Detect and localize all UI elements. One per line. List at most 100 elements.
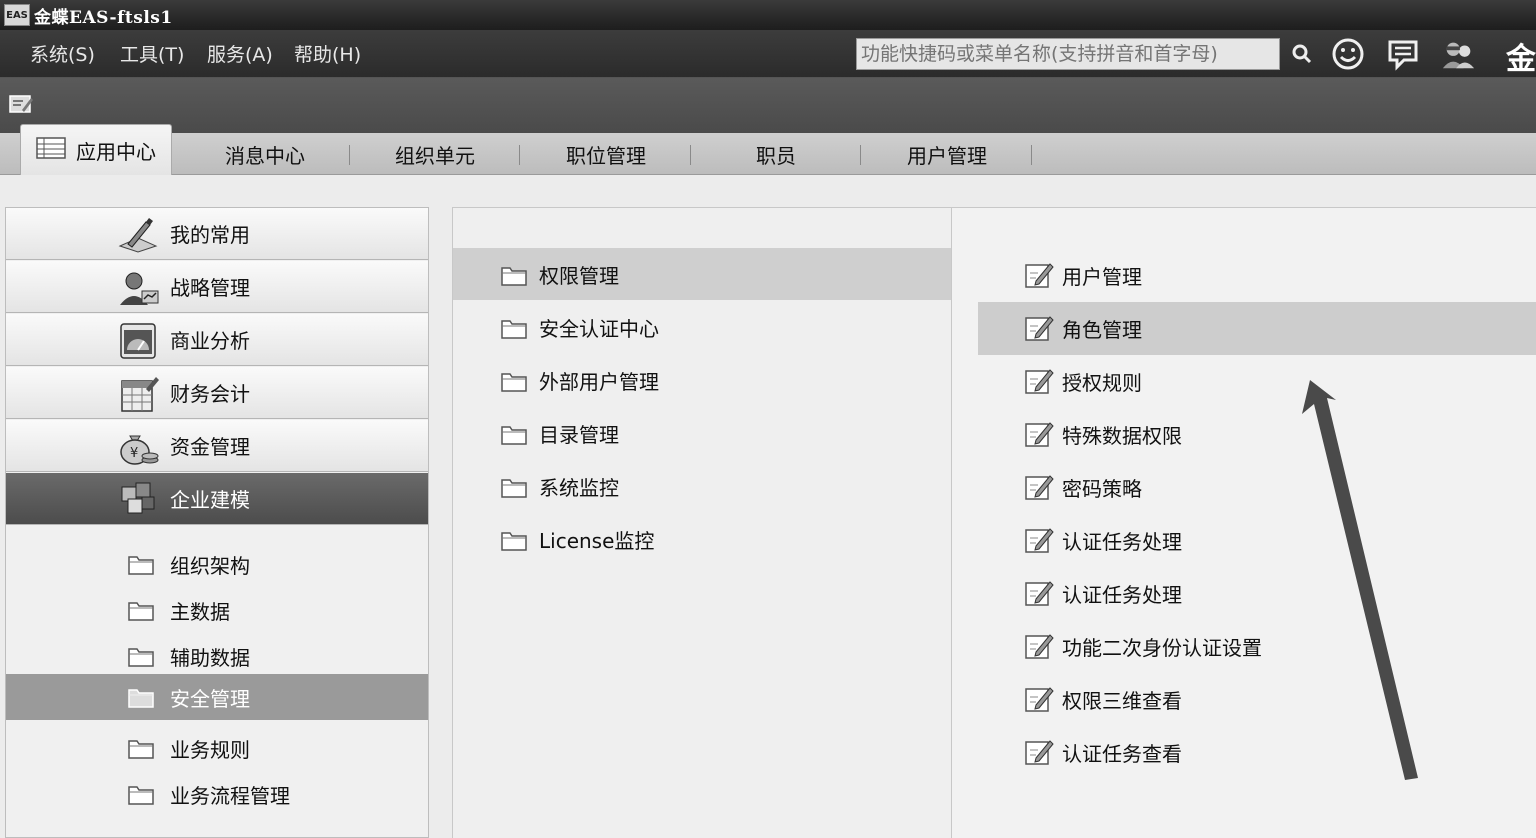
function-label: 功能二次身份认证设置 [1062, 636, 1262, 660]
category-label: 企业建模 [170, 488, 250, 512]
tab-user-mgmt[interactable]: 用户管理 [862, 133, 1032, 175]
subitem-org-structure[interactable]: 组织架构 [6, 541, 428, 587]
category-business-analysis[interactable]: 商业分析 [6, 314, 428, 366]
category-my-favorites[interactable]: 我的常用 [6, 208, 428, 260]
function-search-input[interactable] [856, 38, 1280, 70]
mid-item-label: 权限管理 [539, 263, 619, 288]
grid-icon [36, 136, 66, 164]
edit-note-icon [1024, 420, 1054, 452]
folder-icon [501, 317, 527, 343]
folder-icon [128, 783, 154, 809]
tab-label: 组织单元 [395, 143, 475, 168]
edit-note-icon [1024, 261, 1054, 293]
function-label: 权限三维查看 [1062, 689, 1182, 713]
tab-label: 职员 [756, 143, 796, 168]
menu-system[interactable]: 系统(S) [30, 40, 95, 67]
brand-glyph: 金 [1506, 42, 1536, 77]
function-role-mgmt[interactable]: 角色管理 [978, 302, 1536, 355]
category-treasury[interactable]: ¥ 资金管理 [6, 420, 428, 472]
message-icon[interactable] [1385, 36, 1421, 72]
subitem-security-mgmt[interactable]: 安全管理 [6, 674, 428, 720]
online-users-icon[interactable] [1440, 36, 1476, 72]
function-label: 角色管理 [1062, 318, 1142, 342]
folder-icon [501, 370, 527, 396]
category-label: 商业分析 [170, 329, 250, 353]
category-enterprise-modeling[interactable]: 企业建模 [6, 473, 428, 525]
person-icon [116, 269, 160, 307]
svg-text:¥: ¥ [130, 446, 138, 461]
mid-item-license-monitor[interactable]: License监控 [453, 513, 951, 565]
subitem-business-rules[interactable]: 业务规则 [6, 725, 428, 771]
edit-note-icon [1024, 685, 1054, 717]
function-label: 用户管理 [1062, 265, 1142, 289]
menu-bar: 系统(S) 工具(T) 服务(A) 帮助(H) 金 [0, 30, 1536, 78]
function-secondary-auth-settings[interactable]: 功能二次身份认证设置 [978, 620, 1536, 673]
mid-item-label: License监控 [539, 528, 655, 553]
folder-icon [128, 686, 154, 712]
edit-note-icon [1024, 526, 1054, 558]
tab-bar: 应用中心 消息中心 组织单元 职位管理 职员 用户管理 [0, 124, 1536, 175]
mid-item-label: 外部用户管理 [539, 369, 659, 394]
category-strategy[interactable]: 战略管理 [6, 261, 428, 313]
category-finance[interactable]: 财务会计 [6, 367, 428, 419]
module-navigation-panel: 我的常用 战略管理 商业分析 财务会计 ¥ 资金管理 企业建模 组织架构 主数据… [5, 207, 429, 838]
toolbar [0, 78, 1536, 133]
edit-shortcut-icon[interactable] [8, 92, 34, 116]
function-auth-task-processing[interactable]: 认证任务处理 [978, 514, 1536, 567]
menu-tools[interactable]: 工具(T) [120, 40, 184, 67]
mid-item-external-user-mgmt[interactable]: 外部用户管理 [453, 354, 951, 406]
mid-item-label: 安全认证中心 [539, 316, 659, 341]
cubes-icon [116, 481, 160, 519]
function-special-data-permission[interactable]: 特殊数据权限 [978, 408, 1536, 461]
tab-staff[interactable]: 职员 [691, 133, 861, 175]
menu-help[interactable]: 帮助(H) [294, 40, 361, 67]
money-bag-icon: ¥ [116, 428, 160, 466]
mid-item-permission-mgmt[interactable]: 权限管理 [453, 248, 951, 300]
subitem-label: 业务规则 [170, 737, 250, 762]
folder-icon [128, 737, 154, 763]
function-label: 认证任务处理 [1062, 530, 1182, 554]
tab-position-mgmt[interactable]: 职位管理 [521, 133, 691, 175]
folder-icon [128, 599, 154, 625]
dashboard-icon [116, 322, 160, 360]
edit-note-icon [1024, 367, 1054, 399]
function-label: 授权规则 [1062, 371, 1142, 395]
subitem-bpm[interactable]: 业务流程管理 [6, 771, 428, 817]
menu-services[interactable]: 服务(A) [207, 40, 273, 67]
calendar-icon [116, 375, 160, 413]
tab-message-center[interactable]: 消息中心 [180, 133, 350, 175]
folder-icon [501, 476, 527, 502]
tab-label: 应用中心 [76, 139, 156, 164]
function-label: 特殊数据权限 [1062, 424, 1182, 448]
tab-app-center[interactable]: 应用中心 [20, 124, 172, 175]
edit-note-icon [1024, 314, 1054, 346]
folder-icon [128, 645, 154, 671]
edit-note-icon [1024, 579, 1054, 611]
pen-desk-icon [116, 216, 160, 254]
function-permission-3d-view[interactable]: 权限三维查看 [978, 673, 1536, 726]
smiley-icon[interactable] [1330, 36, 1366, 72]
subitem-master-data[interactable]: 主数据 [6, 587, 428, 633]
category-label: 资金管理 [170, 435, 250, 459]
submodule-panel: 权限管理 安全认证中心 外部用户管理 目录管理 系统监控 License监控 [452, 207, 952, 838]
edit-note-icon [1024, 632, 1054, 664]
function-password-policy[interactable]: 密码策略 [978, 461, 1536, 514]
mid-item-security-auth-center[interactable]: 安全认证中心 [453, 301, 951, 353]
folder-icon [128, 553, 154, 579]
folder-icon [501, 264, 527, 290]
mid-item-system-monitor[interactable]: 系统监控 [453, 460, 951, 512]
mid-item-label: 目录管理 [539, 422, 619, 447]
function-auth-task-processing-2[interactable]: 认证任务处理 [978, 567, 1536, 620]
subitem-auxiliary-data[interactable]: 辅助数据 [6, 633, 428, 679]
mid-item-label: 系统监控 [539, 475, 619, 500]
function-authorization-rules[interactable]: 授权规则 [978, 355, 1536, 408]
tab-org-unit[interactable]: 组织单元 [350, 133, 520, 175]
search-icon[interactable] [1284, 36, 1320, 72]
function-user-mgmt[interactable]: 用户管理 [978, 249, 1536, 302]
edit-note-icon [1024, 738, 1054, 770]
tab-label: 用户管理 [907, 143, 987, 168]
function-label: 密码策略 [1062, 477, 1142, 501]
window-title: 金蝶EAS-ftsls1 [34, 7, 173, 28]
function-auth-task-view[interactable]: 认证任务查看 [978, 726, 1536, 779]
mid-item-directory-mgmt[interactable]: 目录管理 [453, 407, 951, 459]
